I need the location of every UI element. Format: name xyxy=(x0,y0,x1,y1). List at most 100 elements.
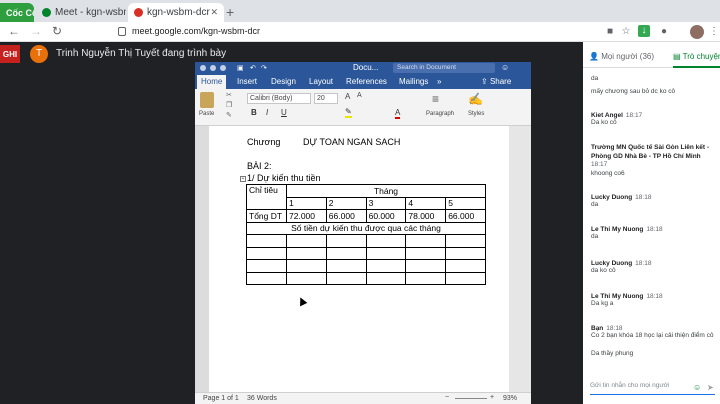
redo-icon[interactable]: ↷ xyxy=(261,64,267,72)
close-icon[interactable]: ✕ xyxy=(210,7,218,18)
zoom-out-button[interactable]: − xyxy=(445,394,449,401)
tab-meet[interactable]: Meet - kgn-wsbm-dcr ✕ xyxy=(36,3,126,22)
tab-people[interactable]: 👤 Mọi người (36) xyxy=(589,46,654,68)
font-name-select[interactable]: Calibri (Body) xyxy=(247,93,311,104)
table-row: Tổng DT 72.000 66.000 60.000 78.000 66.0… xyxy=(246,209,486,223)
styles-icon[interactable]: ✍ xyxy=(468,92,483,106)
empty-cell xyxy=(246,246,287,260)
chat-message: Lucky Duong 18:18 da ko cô xyxy=(591,260,716,276)
search-input[interactable]: Search in Document xyxy=(393,63,495,73)
tab-chat[interactable]: ▤ Trò chuyện xyxy=(673,46,720,68)
feedback-icon[interactable]: ☺ xyxy=(501,63,509,72)
paragraph-label: Paragraph xyxy=(426,111,455,117)
highlight-button[interactable]: ✎ xyxy=(345,107,352,118)
message-text: Da kg a xyxy=(591,300,614,307)
tab-mailings[interactable]: Mailings xyxy=(395,75,432,89)
undo-icon[interactable]: ↶ xyxy=(250,64,256,72)
heading-left: Chương xyxy=(247,137,281,147)
emoji-icon[interactable]: ☺ xyxy=(693,383,701,392)
share-icon: ⇪ xyxy=(481,77,490,86)
download-icon[interactable]: ↓ xyxy=(638,25,650,37)
share-button[interactable]: ⇪ Share xyxy=(477,75,515,89)
font-shrink-icon[interactable]: A xyxy=(357,92,362,99)
star-icon[interactable]: ☆ xyxy=(620,26,632,38)
underline-button[interactable]: U xyxy=(281,108,287,117)
empty-cell xyxy=(445,246,486,260)
message-time: 18:17 xyxy=(625,112,643,119)
forward-button[interactable]: → xyxy=(30,24,42,38)
tab-references[interactable]: References xyxy=(342,75,391,89)
format-painter-icon[interactable]: ✎ xyxy=(226,111,232,119)
empty-cell xyxy=(246,271,287,285)
sender-name: Le Thi My Nuong xyxy=(591,293,644,300)
cut-icon[interactable]: ✂ xyxy=(226,91,232,99)
paragraph-icon[interactable]: ≡ xyxy=(432,92,439,106)
row-label-cell: Tổng DT xyxy=(246,209,287,223)
header-cell: Chỉ tiêu xyxy=(246,184,287,210)
extension-icon[interactable]: ● xyxy=(658,26,670,38)
tab-home[interactable]: Home xyxy=(197,75,227,89)
font-grow-icon[interactable]: A xyxy=(345,92,350,101)
profile-avatar[interactable] xyxy=(690,25,704,39)
send-icon[interactable]: ➤ xyxy=(707,383,714,392)
italic-button[interactable]: I xyxy=(266,108,268,117)
meet-icon xyxy=(42,8,51,17)
heading-title: DỰ TOAN NGAN SACH xyxy=(303,137,401,147)
empty-cell xyxy=(405,259,447,273)
sender-name: Bạn xyxy=(591,325,604,332)
window-close-icon[interactable] xyxy=(200,65,206,71)
document-page[interactable]: Chương DỰ TOAN NGAN SACH BÀI 2: 1/ Dự ki… xyxy=(209,126,509,392)
message-time: 18:18 xyxy=(646,226,663,233)
zoom-slider[interactable] xyxy=(455,398,487,399)
subtitle-cell: Số tiền dự kiến thu được qua các tháng xyxy=(246,221,486,235)
window-maximize-icon[interactable] xyxy=(220,65,226,71)
bold-button[interactable]: B xyxy=(251,108,257,117)
empty-cell xyxy=(286,271,327,285)
tab-more[interactable]: » xyxy=(433,75,445,89)
page-count: Page 1 of 1 xyxy=(203,395,239,402)
tab-layout[interactable]: Layout xyxy=(305,75,337,89)
url-field[interactable]: meet.google.com/kgn-wsbm-dcr xyxy=(132,26,260,36)
value-cell: 60.000 xyxy=(365,209,407,223)
message-text: da xyxy=(591,201,599,208)
chat-message: Le Thi My Nuong 18:18 Da kg a xyxy=(591,293,716,309)
zoom-in-button[interactable]: + xyxy=(490,394,494,401)
message-text: Da ko cô xyxy=(591,119,617,126)
back-button[interactable]: ← xyxy=(8,24,20,38)
empty-cell xyxy=(405,271,447,285)
tab-meet-active[interactable]: kgn-wsbm-dcr ✕ xyxy=(128,3,224,22)
new-tab-button[interactable]: + xyxy=(226,4,234,20)
month-cell: 2 xyxy=(325,196,367,210)
empty-cell xyxy=(405,246,447,260)
document-title: Docu... xyxy=(353,63,379,72)
status-bar: Page 1 of 1 36 Words − + 93% xyxy=(195,392,531,404)
chat-message: Le Thi My Nuong 18:18 da xyxy=(591,226,716,242)
paste-icon[interactable] xyxy=(200,92,214,108)
font-color-button[interactable]: A xyxy=(395,108,401,119)
word-count: 36 Words xyxy=(247,395,277,402)
tab-design[interactable]: Design xyxy=(267,75,300,89)
header-cell: Tháng xyxy=(286,184,486,198)
empty-cell xyxy=(325,246,367,260)
menu-icon[interactable]: ⋮ xyxy=(708,26,720,38)
empty-cell xyxy=(445,234,486,248)
reload-button[interactable]: ↻ xyxy=(52,24,62,38)
sender-name: Trường MN Quốc tế Sài Gòn Liên kết - Phò… xyxy=(591,144,710,160)
font-size-select[interactable]: 20 xyxy=(314,93,338,104)
copy-icon[interactable]: ❐ xyxy=(226,101,232,109)
styles-label: Styles xyxy=(468,111,485,117)
save-icon[interactable]: ▣ xyxy=(237,64,244,72)
empty-cell xyxy=(325,259,367,273)
table-row: Số tiền dự kiến thu được qua các tháng xyxy=(246,221,486,235)
tab-insert[interactable]: Insert xyxy=(233,75,261,89)
tab-coccoc[interactable]: Cốc Cốc xyxy=(0,3,34,22)
window-minimize-icon[interactable] xyxy=(210,65,216,71)
empty-cell xyxy=(445,271,486,285)
table-move-handle[interactable]: + xyxy=(240,176,246,182)
camera-icon[interactable]: ■ xyxy=(604,26,616,38)
sender-name: Kiet Angel xyxy=(591,112,623,119)
chat-message: Bạn 18:18 Co 2 bạn khóa 18 học lại cải th… xyxy=(591,325,717,341)
sender-name: Le Thi My Nuong xyxy=(591,226,644,233)
sender-name: Lucky Duong xyxy=(591,260,633,267)
presenter-text: Trinh Nguyễn Thị Tuyết đang trình bày xyxy=(56,48,227,59)
